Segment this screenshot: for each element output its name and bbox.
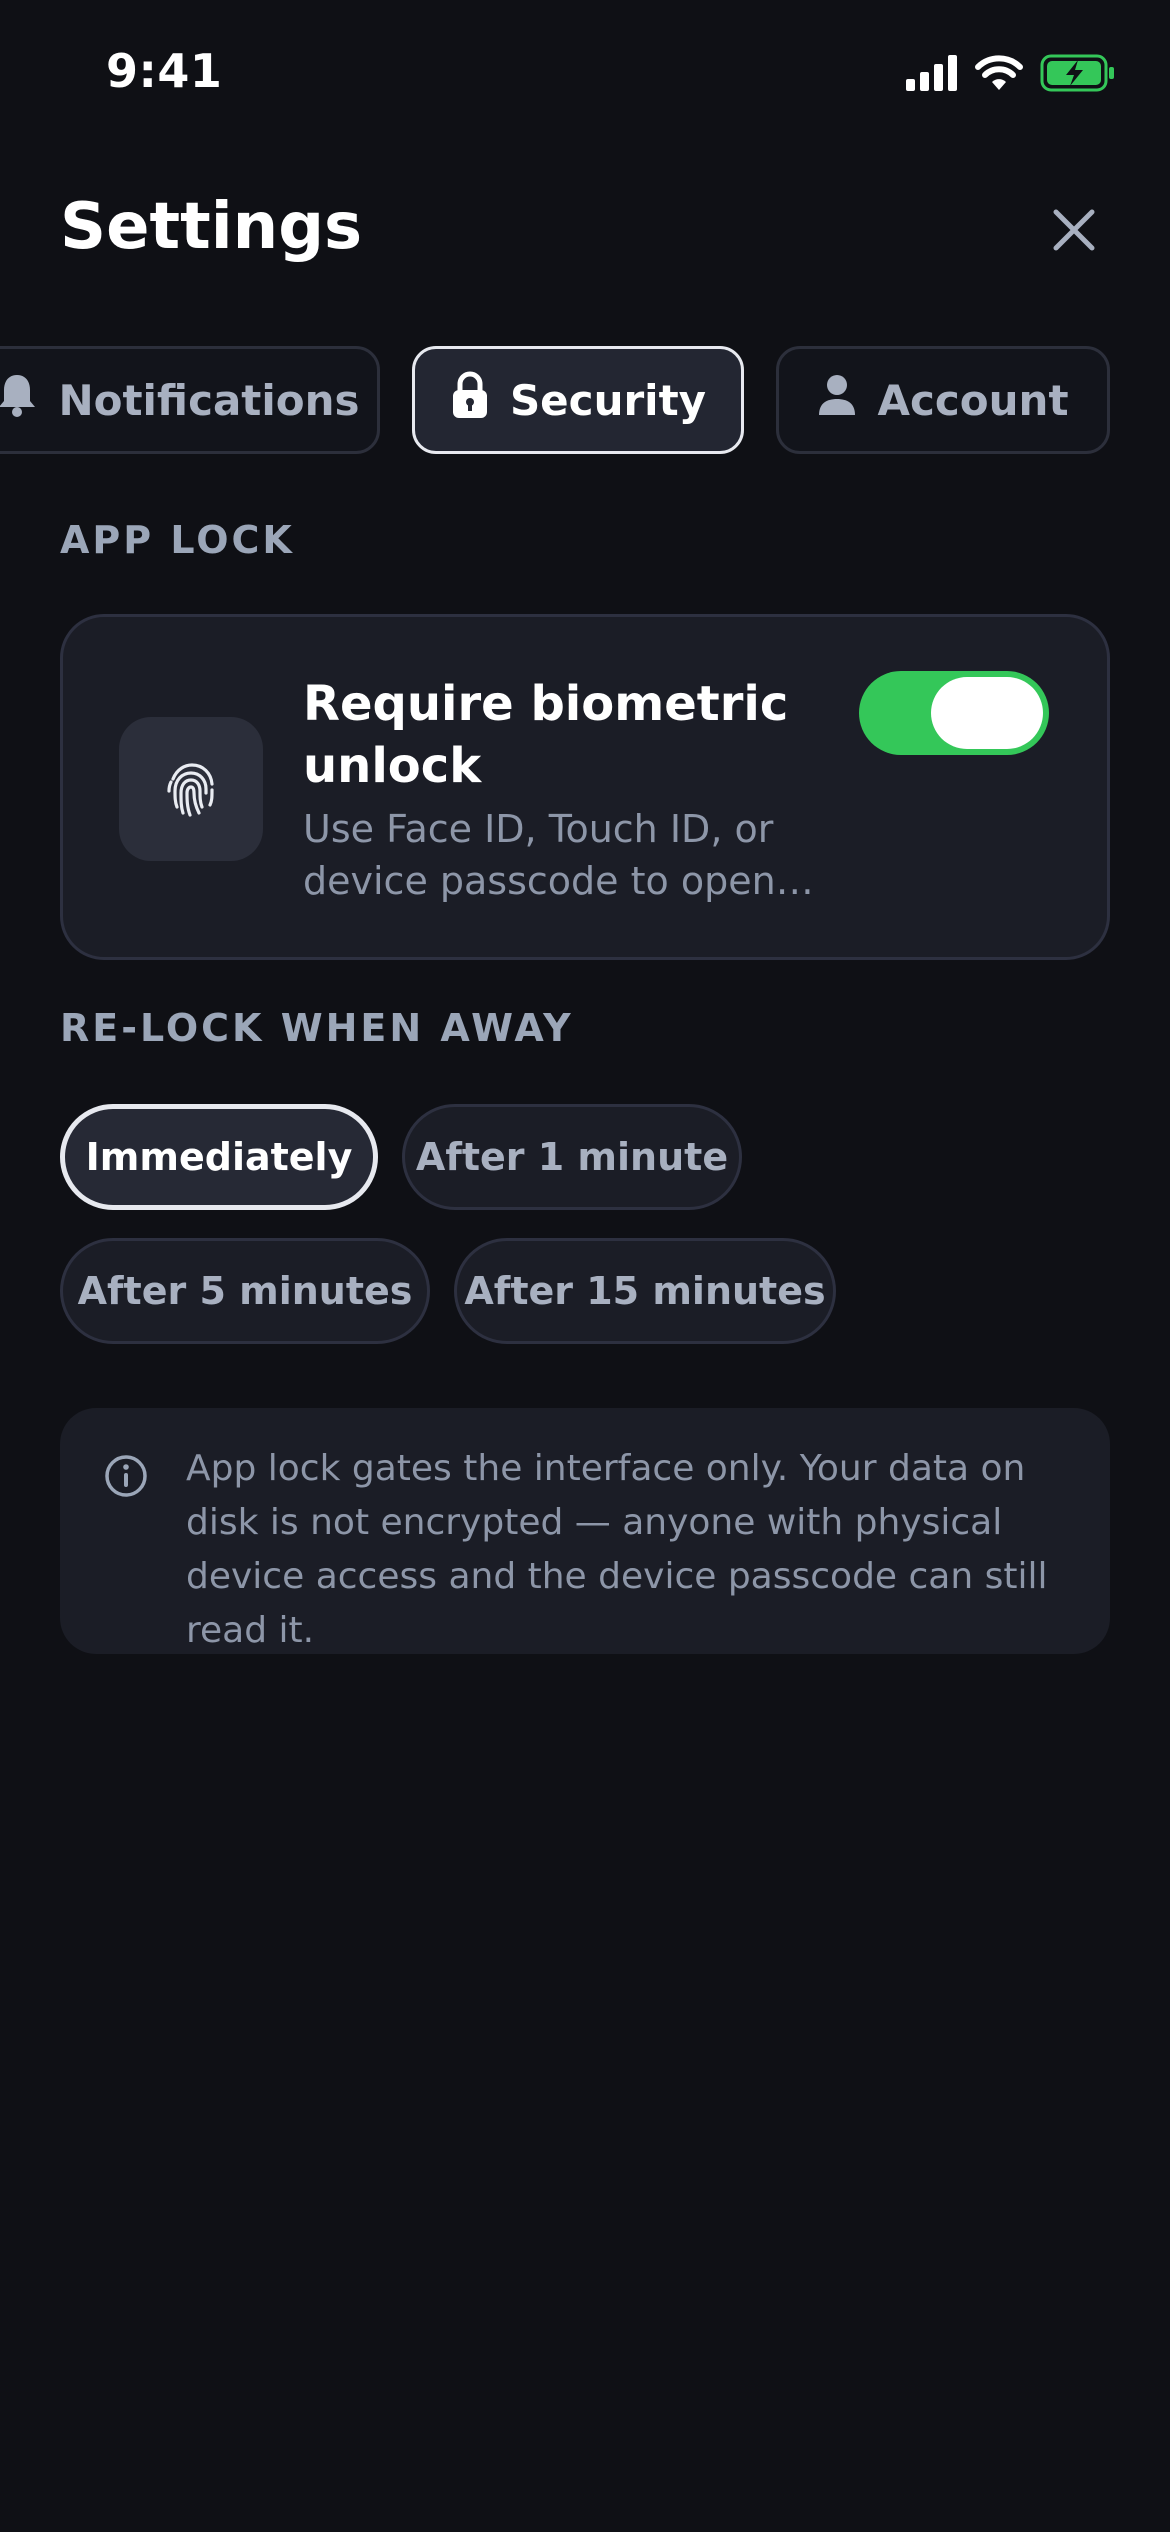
biometric-card: Require biometric unlock Use Face ID, To…: [60, 614, 1110, 960]
tab-security[interactable]: Security: [412, 346, 744, 454]
close-button[interactable]: [1038, 196, 1110, 268]
person-icon: [817, 374, 857, 426]
info-text: App lock gates the interface only. Your …: [186, 1448, 1048, 1651]
relock-option-1-minute[interactable]: After 1 minute: [402, 1104, 742, 1210]
lock-icon: [450, 371, 490, 429]
wifi-icon: [974, 54, 1024, 96]
biometric-toggle[interactable]: [859, 671, 1049, 755]
tab-label: Notifications: [58, 375, 360, 425]
relock-option-immediately[interactable]: Immediately: [60, 1104, 378, 1210]
biometric-title: Require biometric unlock: [303, 676, 789, 794]
relock-option-5-minutes[interactable]: After 5 minutes: [60, 1238, 430, 1344]
tab-label: Account: [877, 375, 1069, 425]
tab-account[interactable]: Account: [776, 346, 1110, 454]
section-label-app-lock: APP LOCK: [60, 518, 295, 562]
bell-icon: [0, 372, 38, 428]
relock-option-15-minutes[interactable]: After 15 minutes: [454, 1238, 836, 1344]
page-title: Settings: [60, 190, 363, 264]
toggle-knob: [931, 677, 1043, 749]
status-bar: 9:41: [0, 0, 1170, 150]
biometric-description: Use Face ID, Touch ID, or device passcod…: [303, 807, 776, 903]
cellular-signal-icon: [906, 55, 958, 95]
tab-label: Security: [509, 375, 707, 425]
tab-notifications[interactable]: Notifications: [0, 346, 380, 454]
info-notice: App lock gates the interface only. Your …: [60, 1408, 1110, 1654]
close-icon: [1051, 207, 1097, 257]
fingerprint-icon: [119, 717, 263, 861]
section-label-relock: RE-LOCK WHEN AWAY: [60, 1006, 574, 1050]
battery-charging-icon: [1040, 54, 1116, 96]
status-time: 9:41: [106, 44, 223, 98]
status-icons: [906, 52, 1116, 98]
settings-tabs: Notifications Security Account: [0, 346, 1170, 456]
info-icon: [104, 1454, 148, 1498]
